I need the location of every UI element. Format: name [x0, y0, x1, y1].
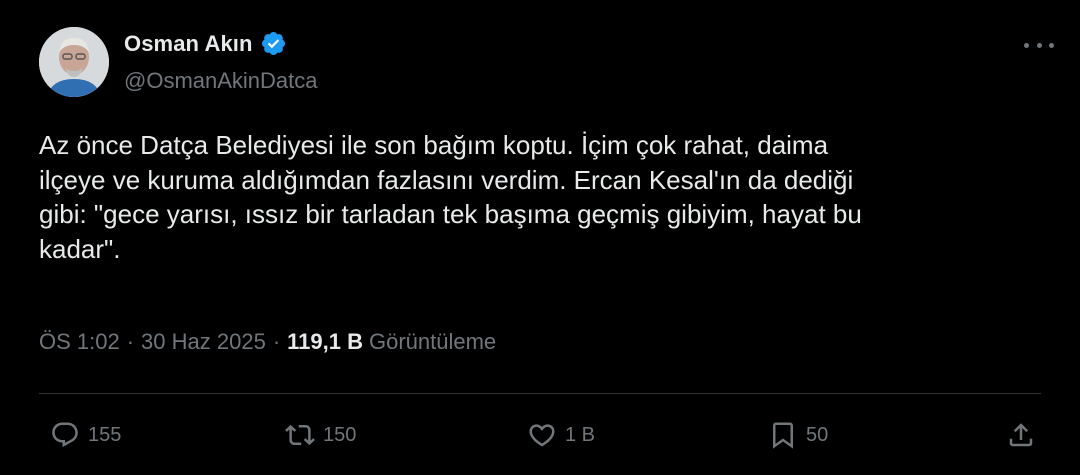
- bookmark-count: 50: [806, 423, 829, 446]
- share-button[interactable]: [1006, 420, 1036, 450]
- like-count: 1 B: [565, 423, 596, 446]
- repost-icon: [285, 420, 315, 450]
- action-bar: 155 150 1 B 50: [0, 0, 1080, 475]
- bookmark-icon: [768, 420, 798, 450]
- bookmark-button[interactable]: 50: [768, 420, 828, 450]
- heart-icon: [527, 420, 557, 450]
- repost-count: 150: [323, 423, 357, 446]
- reply-count: 155: [88, 423, 122, 446]
- tweet-card: Osman Akın @OsmanAkinDatca Az önce Datça…: [0, 0, 1080, 475]
- share-icon: [1006, 420, 1036, 450]
- reply-button[interactable]: 155: [50, 420, 121, 450]
- reply-icon: [50, 420, 80, 450]
- like-button[interactable]: 1 B: [527, 420, 595, 450]
- repost-button[interactable]: 150: [285, 420, 356, 450]
